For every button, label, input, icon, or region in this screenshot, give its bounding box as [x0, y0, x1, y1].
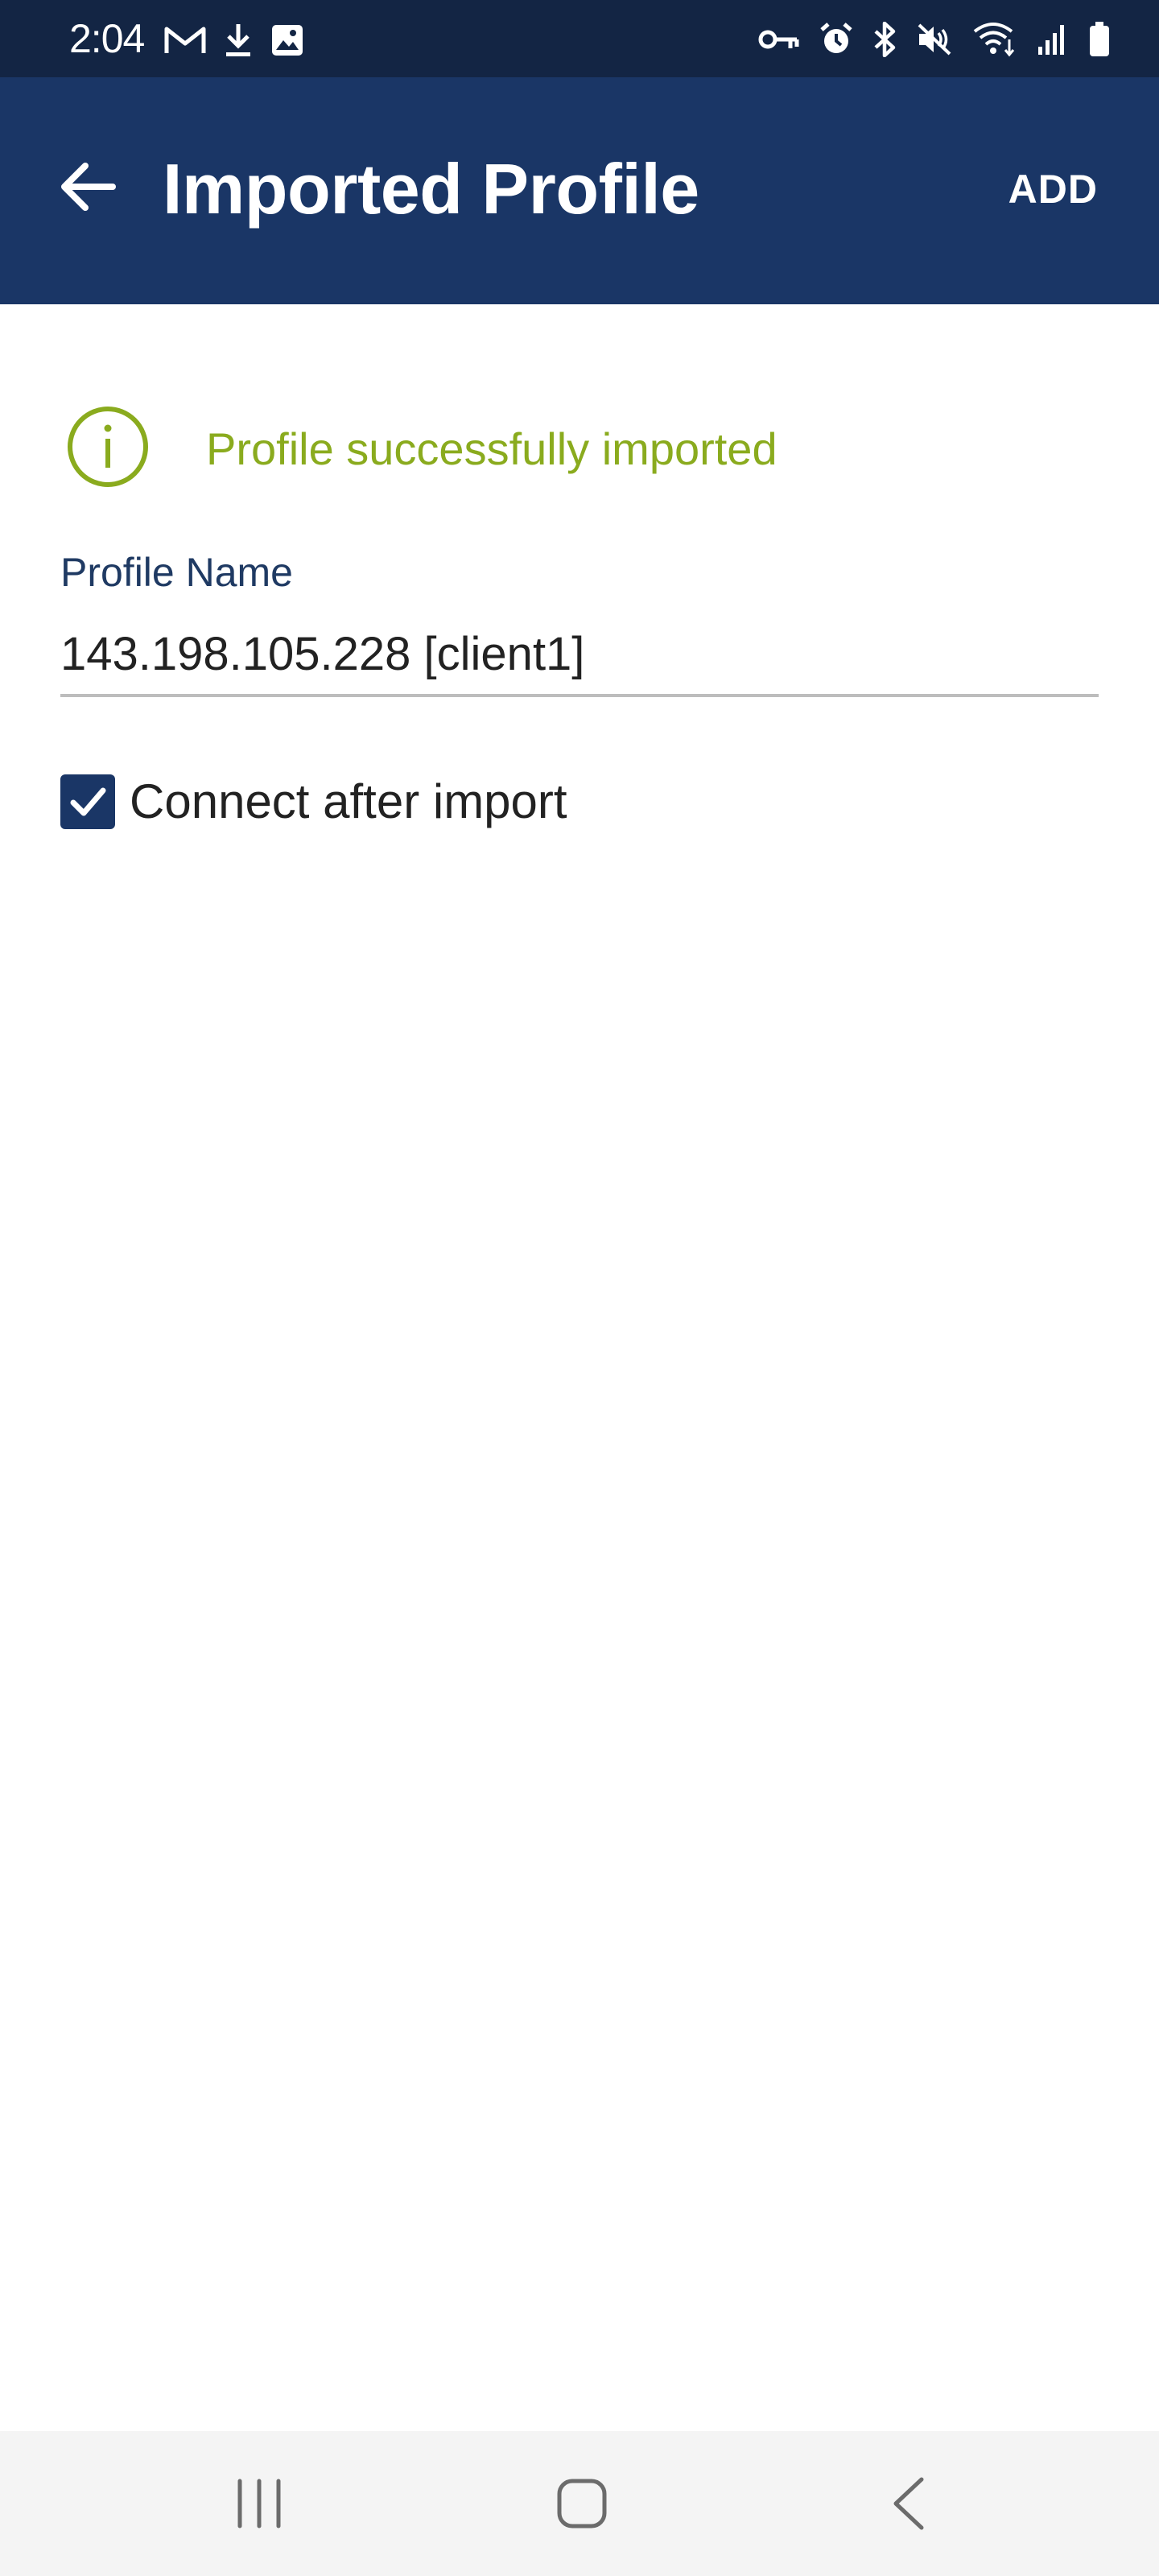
connect-after-import-row[interactable]: Connect after import	[60, 771, 567, 832]
bluetooth-icon	[872, 22, 897, 57]
arrow-back-icon	[61, 163, 116, 211]
connect-after-import-checkbox[interactable]	[60, 774, 115, 829]
profile-name-input[interactable]	[60, 613, 1099, 697]
alarm-icon	[819, 23, 853, 56]
gmail-icon	[164, 24, 206, 56]
wifi-icon	[972, 22, 1017, 57]
status-time: 2:04	[69, 16, 145, 61]
add-button[interactable]: ADD	[1008, 161, 1098, 217]
info-icon	[66, 405, 150, 493]
mute-icon	[916, 22, 953, 57]
status-right-icons	[758, 21, 1111, 58]
signal-icon	[1037, 23, 1069, 56]
page-title: Imported Profile	[163, 149, 699, 229]
battery-icon	[1088, 21, 1111, 58]
download-icon	[224, 23, 253, 58]
connect-after-import-label: Connect after import	[130, 774, 567, 828]
recents-button[interactable]	[211, 2463, 307, 2544]
home-button[interactable]	[534, 2463, 630, 2544]
vpn-key-icon	[758, 27, 800, 52]
check-icon	[70, 787, 106, 816]
profile-name-label: Profile Name	[60, 550, 293, 595]
image-icon	[270, 23, 304, 57]
success-banner: Profile successfully imported	[66, 405, 777, 493]
status-left-icons	[164, 23, 304, 58]
back-icon	[893, 2477, 924, 2530]
recents-icon	[237, 2479, 281, 2529]
home-icon	[557, 2479, 607, 2529]
app-bar: Imported Profile ADD	[0, 77, 1159, 304]
banner-message: Profile successfully imported	[206, 423, 777, 474]
system-back-button[interactable]	[860, 2463, 956, 2544]
navigation-bar	[0, 2431, 1159, 2576]
status-bar: 2:04	[0, 0, 1159, 77]
back-button[interactable]	[47, 147, 127, 227]
